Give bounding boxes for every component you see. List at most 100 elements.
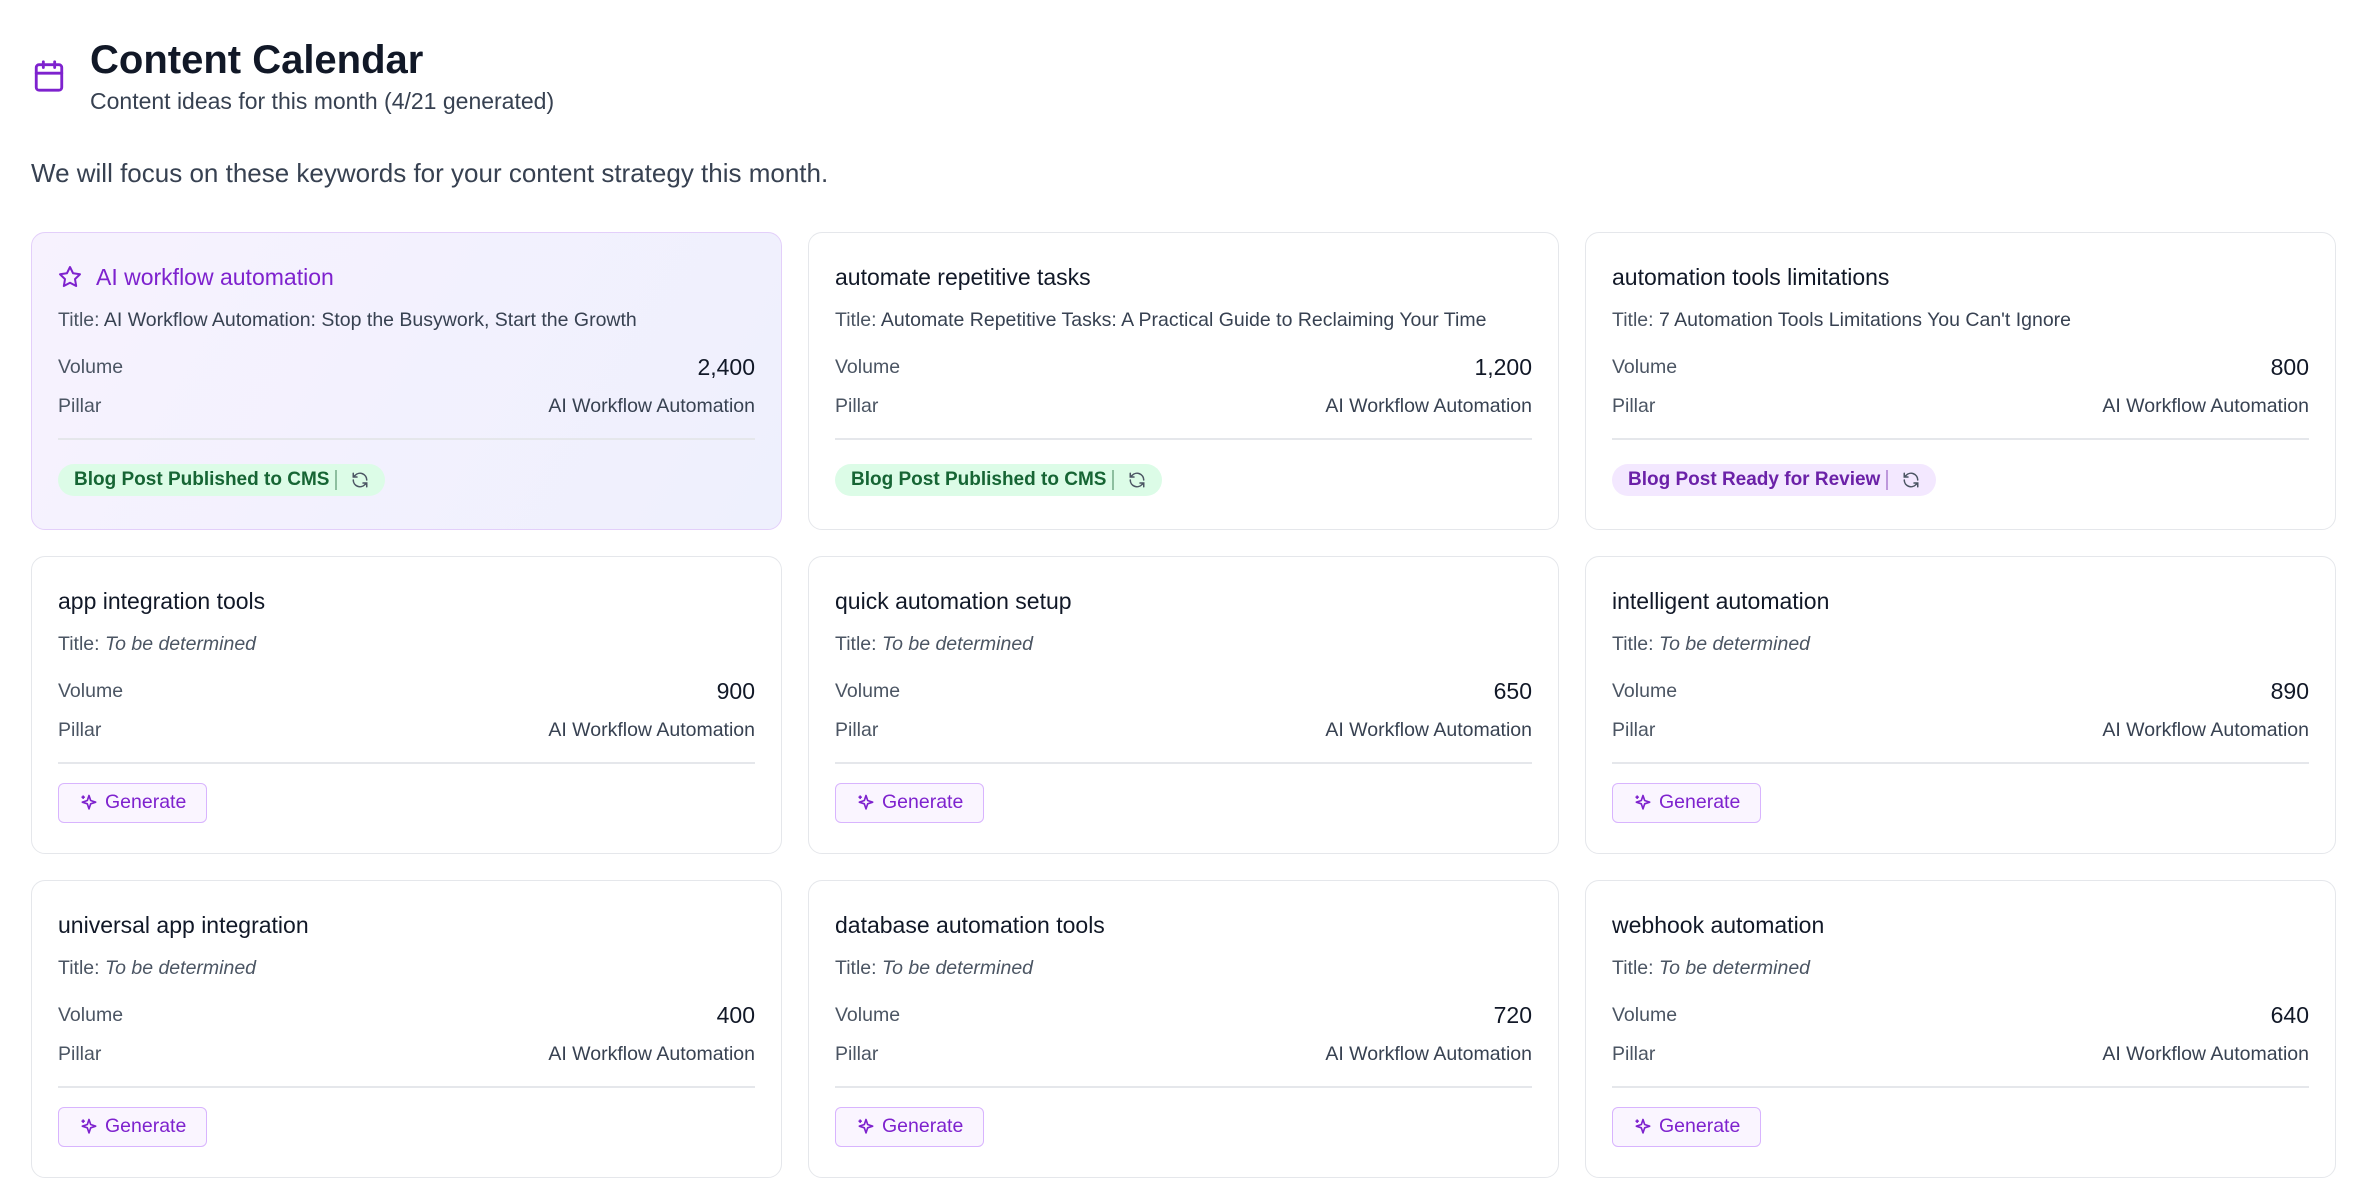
divider [835,1086,1532,1088]
sparkles-icon [79,793,99,813]
pillar-value: AI Workflow Automation [1325,395,1532,418]
keyword-heading: intelligent automation [1612,583,2309,619]
title-value: Automate Repetitive Tasks: A Practical G… [881,309,1487,331]
divider [58,1086,755,1088]
volume-label: Volume [835,680,900,703]
keyword-grid: AI workflow automation Title: AI Workflo… [31,232,2335,1178]
volume-row: Volume900 [58,678,755,705]
generate-button[interactable]: Generate [1612,783,1761,823]
article-title: Title: AI Workflow Automation: Stop the … [58,309,755,332]
volume-value: 650 [1494,678,1532,705]
article-title: Title: To be determined [1612,633,2309,656]
title-label: Title: [835,309,877,331]
divider [835,762,1532,764]
pillar-row: PillarAI Workflow Automation [835,395,1532,418]
pillar-row: PillarAI Workflow Automation [1612,395,2309,418]
title-value: To be determined [1659,633,1810,655]
title-label: Title: [1612,957,1654,979]
pillar-value: AI Workflow Automation [1325,719,1532,742]
divider [58,438,755,440]
pillar-row: PillarAI Workflow Automation [58,1043,755,1066]
volume-row: Volume890 [1612,678,2309,705]
sparkles-icon [1633,1117,1653,1137]
pillar-value: AI Workflow Automation [2102,719,2309,742]
generate-button[interactable]: Generate [835,783,984,823]
generate-button[interactable]: Generate [58,783,207,823]
volume-value: 2,400 [697,354,755,381]
volume-label: Volume [1612,680,1677,703]
generate-label: Generate [105,1115,186,1138]
pillar-value: AI Workflow Automation [2102,1043,2309,1066]
title-label: Title: [1612,633,1654,655]
divider [1612,438,2309,440]
generate-label: Generate [882,791,963,814]
volume-row: Volume800 [1612,354,2309,381]
page-header: Content Calendar Content ideas for this … [32,36,554,115]
divider [835,438,1532,440]
volume-row: Volume640 [1612,1002,2309,1029]
keyword-card[interactable]: intelligent automation Title: To be dete… [1585,556,2336,854]
divider [58,762,755,764]
pillar-value: AI Workflow Automation [548,395,755,418]
title-value: 7 Automation Tools Limitations You Can't… [1659,309,2071,331]
keyword-card[interactable]: app integration tools Title: To be deter… [31,556,782,854]
pillar-row: Pillar AI Workflow Automation [58,719,755,742]
pillar-row: PillarAI Workflow Automation [835,1043,1532,1066]
sparkles-icon [1633,793,1653,813]
status-badge: Blog Post Published to CMS [58,464,385,496]
keyword-heading: quick automation setup [835,583,1532,619]
keyword-card[interactable]: database automation tools Title: To be d… [808,880,1559,1178]
volume-value: 800 [2271,354,2309,381]
generate-button[interactable]: Generate [58,1107,207,1147]
keyword-card[interactable]: universal app integration Title: To be d… [31,880,782,1178]
pillar-row: Pillar AI Workflow Automation [1612,719,2309,742]
generate-button[interactable]: Generate [835,1107,984,1147]
title-value: To be determined [882,957,1033,979]
article-title: Title: 7 Automation Tools Limitations Yo… [1612,309,2309,332]
volume-label: Volume [58,356,123,379]
pillar-label: Pillar [58,719,101,742]
keyword-text: quick automation setup [835,588,1072,615]
keyword-heading: universal app integration [58,907,755,943]
calendar-icon [32,58,66,94]
keyword-text: automate repetitive tasks [835,264,1091,291]
volume-row: Volume 1,200 [835,354,1532,381]
volume-label: Volume [835,356,900,379]
refresh-icon[interactable] [351,471,369,489]
status-label: Blog Post Ready for Review [1628,469,1880,491]
article-title: Title: To be determined [58,957,755,980]
volume-value: 900 [717,678,755,705]
pillar-row: Pillar AI Workflow Automation [835,719,1532,742]
volume-label: Volume [835,1004,900,1027]
divider [335,470,337,490]
status-label: Blog Post Published to CMS [74,469,329,491]
keyword-card[interactable]: automate repetitive tasks Title: Automat… [808,232,1559,530]
article-title: Title: To be determined [58,633,755,656]
divider [1612,1086,2309,1088]
title-value: To be determined [1659,957,1810,979]
star-icon [58,265,82,289]
title-label: Title: [835,957,877,979]
keyword-card[interactable]: AI workflow automation Title: AI Workflo… [31,232,782,530]
pillar-value: AI Workflow Automation [548,1043,755,1066]
keyword-text: webhook automation [1612,912,1824,939]
keyword-heading: webhook automation [1612,907,2309,943]
article-title: Title: To be determined [1612,957,2309,980]
divider [1886,470,1888,490]
refresh-icon[interactable] [1902,471,1920,489]
volume-value: 1,200 [1474,354,1532,381]
keyword-heading: automate repetitive tasks [835,259,1532,295]
volume-value: 720 [1494,1002,1532,1029]
pillar-value: AI Workflow Automation [548,719,755,742]
keyword-heading: app integration tools [58,583,755,619]
pillar-row: PillarAI Workflow Automation [58,395,755,418]
pillar-label: Pillar [835,719,878,742]
generate-button[interactable]: Generate [1612,1107,1761,1147]
pillar-label: Pillar [1612,719,1655,742]
volume-value: 400 [717,1002,755,1029]
keyword-card[interactable]: quick automation setup Title: To be dete… [808,556,1559,854]
keyword-card[interactable]: automation tools limitations Title: 7 Au… [1585,232,2336,530]
refresh-icon[interactable] [1128,471,1146,489]
pillar-label: Pillar [1612,395,1655,418]
keyword-card[interactable]: webhook automation Title: To be determin… [1585,880,2336,1178]
